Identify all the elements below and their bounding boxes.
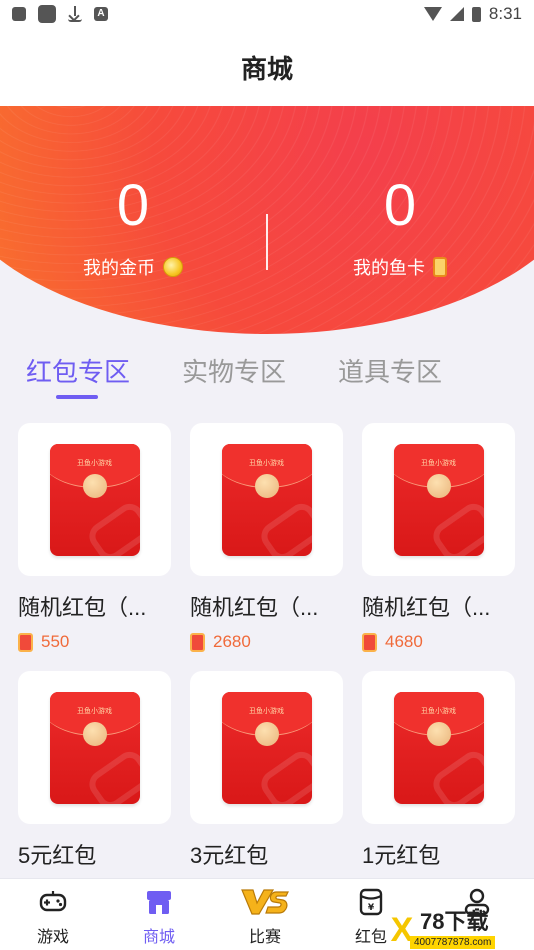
fish-card-balance-value: 0 (383, 173, 417, 238)
product-image: 丑鱼小游戏 (190, 423, 343, 576)
coin-balance[interactable]: 0 我的金币 (23, 176, 243, 280)
red-envelope-icon: 丑鱼小游戏 (221, 443, 312, 556)
battery-icon (471, 6, 481, 22)
product-card[interactable]: 丑鱼小游戏 3元红包 (190, 671, 343, 870)
red-envelope-icon: 丑鱼小游戏 (49, 691, 140, 804)
category-tabs: 红包专区 实物专区 道具专区 (0, 352, 534, 402)
coin-icon (163, 257, 183, 277)
product-image: 丑鱼小游戏 (18, 423, 171, 576)
download-icon (68, 6, 82, 22)
product-card[interactable]: 丑鱼小游戏 随机红包（... 4680 (362, 423, 515, 652)
product-image: 丑鱼小游戏 (190, 671, 343, 824)
tab-red-packet[interactable]: 红包专区 (26, 352, 130, 389)
nav-label-store: 商城 (142, 929, 175, 946)
product-image: 丑鱼小游戏 (362, 423, 515, 576)
signal-icon (449, 7, 464, 21)
product-card[interactable]: 丑鱼小游戏 随机红包（... 2680 (190, 423, 343, 652)
font-notification-icon: A (94, 7, 108, 21)
gamepad-icon (39, 891, 67, 912)
product-name: 随机红包（... (362, 595, 491, 620)
store-icon (147, 891, 171, 914)
nav-item-games[interactable]: 游戏 (0, 879, 106, 950)
product-price: 2680 (213, 632, 251, 651)
red-envelope-icon: 丑鱼小游戏 (49, 443, 140, 556)
product-price: 550 (41, 632, 70, 651)
product-image: 丑鱼小游戏 (362, 671, 515, 824)
page-title: 商城 (240, 53, 293, 84)
wifi-icon (423, 7, 442, 21)
status-time: 8:31 (488, 4, 522, 23)
red-envelope-icon: 丑鱼小游戏 (221, 691, 312, 804)
red-envelope-icon: 丑鱼小游戏 (393, 691, 484, 804)
fish-card-icon (433, 257, 447, 277)
fish-card-balance-label: 我的鱼卡 (353, 258, 425, 278)
watermark-title: 78下载 (420, 909, 489, 934)
envelope-brand: 丑鱼小游戏 (77, 459, 112, 467)
fish-card-price-icon (18, 632, 33, 652)
vs-icon (241, 889, 289, 915)
wallet-icon: ¥ (359, 888, 383, 916)
app-notification-icon (38, 5, 56, 23)
product-name: 3元红包 (190, 843, 269, 868)
active-tab-indicator (56, 395, 98, 399)
watermark-url: 4007787878.com (410, 936, 496, 949)
product-name: 随机红包（... (18, 595, 147, 620)
status-bar: A 8:31 (0, 0, 534, 28)
coin-balance-value: 0 (116, 173, 150, 238)
message-notification-icon (12, 7, 26, 21)
product-name: 1元红包 (362, 843, 441, 868)
tab-physical-goods[interactable]: 实物专区 (182, 352, 286, 389)
nav-label-contest: 比赛 (248, 929, 281, 946)
site-watermark: X 78下载 4007787878.com (384, 910, 534, 950)
tab-props[interactable]: 道具专区 (338, 352, 442, 389)
envelope-brand: 丑鱼小游戏 (421, 459, 456, 467)
nav-item-contest[interactable]: 比赛 (212, 879, 318, 950)
envelope-brand: 丑鱼小游戏 (421, 707, 456, 715)
fish-card-price-icon (190, 632, 205, 652)
nav-item-store[interactable]: 商城 (106, 879, 212, 950)
product-card[interactable]: 丑鱼小游戏 1元红包 (362, 671, 515, 870)
product-price: 4680 (385, 632, 423, 651)
product-image: 丑鱼小游戏 (18, 671, 171, 824)
wallet-banner: 0 我的金币 0 我的鱼卡 (0, 106, 534, 334)
product-name: 随机红包（... (190, 595, 319, 620)
product-card[interactable]: 丑鱼小游戏 随机红包（... 550 (18, 423, 171, 652)
coin-balance-label: 我的金币 (83, 258, 155, 278)
product-card[interactable]: 丑鱼小游戏 5元红包 (18, 671, 171, 870)
envelope-brand: 丑鱼小游戏 (249, 707, 284, 715)
nav-label-games: 游戏 (36, 929, 69, 946)
svg-text:¥: ¥ (368, 903, 375, 913)
envelope-brand: 丑鱼小游戏 (77, 707, 112, 715)
envelope-brand: 丑鱼小游戏 (249, 459, 284, 467)
red-envelope-icon: 丑鱼小游戏 (393, 443, 484, 556)
product-name: 5元红包 (18, 843, 97, 868)
fish-card-price-icon (362, 632, 377, 652)
wallet-divider (266, 214, 268, 270)
fish-card-balance[interactable]: 0 我的鱼卡 (290, 176, 510, 280)
page-header: 商城 (0, 28, 534, 106)
